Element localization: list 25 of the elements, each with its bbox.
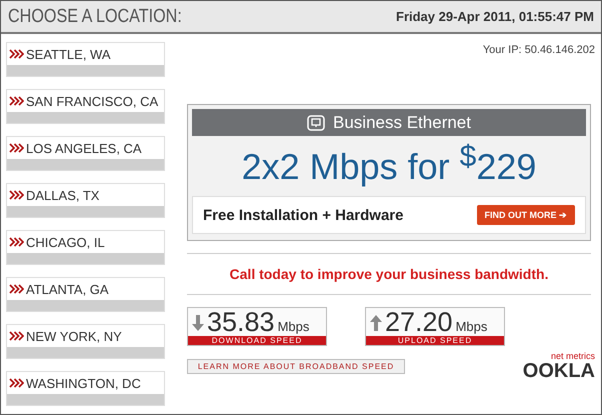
speed-unit: Mbps [456,319,488,334]
date-time: Friday 29-Apr 2011, 01:55:47 PM [396,9,594,24]
location-button[interactable]: ATLANTA, GA [6,277,165,312]
location-button[interactable]: SAN FRANCISCO, CA [6,89,165,124]
location-button[interactable]: WASHINGTON, DC [6,371,165,406]
page-title: CHOOSE A LOCATION: [8,6,182,28]
speed-unit: Mbps [278,319,310,334]
logo-tagline: net metrics [550,352,595,361]
speed-label: UPLOAD SPEED [366,336,504,345]
learn-more-button[interactable]: LEARN MORE ABOUT BROADBAND SPEED [187,359,405,374]
location-button[interactable]: LOS ANGELES, CA [6,136,165,171]
find-out-more-button[interactable]: FIND OUT MORE ➔ [476,205,575,225]
ad-title: Business Ethernet [333,112,471,132]
speed-value: 35.83 [207,308,275,336]
ad-offer: 2x2 Mbps for $^{$}$229 [242,146,536,187]
speed-value: 27.20 [385,308,453,336]
speed-label: DOWNLOAD SPEED [188,336,326,345]
ad-tagline: Free Installation + Hardware [203,206,404,224]
location-button[interactable]: NEW YORK, NY [6,324,165,359]
location-button[interactable]: SEATTLE, WA [6,42,165,77]
location-button[interactable]: CHICAGO, IL [6,230,165,265]
logo-text: OOKLA [522,361,595,381]
promo-text: Call today to improve your business bandwidth. [230,266,548,282]
ip-address: Your IP: 50.46.146.202 [482,44,595,56]
location-button[interactable]: DALLAS, TX [6,183,165,218]
